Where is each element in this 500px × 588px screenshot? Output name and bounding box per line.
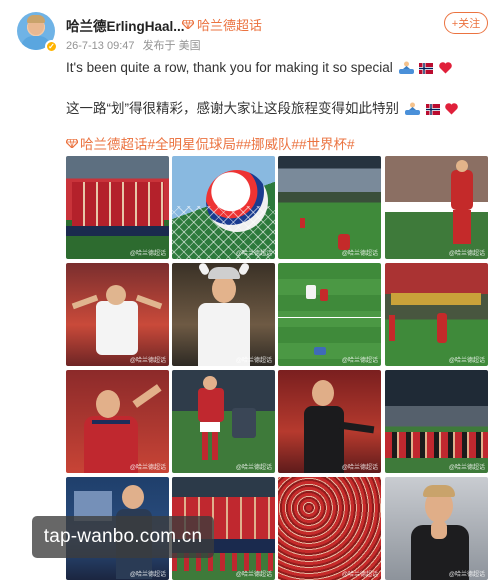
- rowing-emoji-icon: [404, 102, 420, 115]
- photo-watermark: @哈兰德超话: [235, 251, 272, 257]
- photo-watermark: @哈兰德超话: [235, 572, 272, 578]
- photo-6[interactable]: @哈兰德超话: [172, 263, 275, 366]
- photo-watermark: @哈兰德超话: [341, 465, 378, 471]
- photo-7[interactable]: @哈兰德超话: [278, 263, 381, 366]
- norway-flag-icon: [425, 104, 440, 115]
- author-name[interactable]: 哈兰德ErlingHaal...: [66, 15, 185, 35]
- photo-1[interactable]: @哈兰德超话: [66, 156, 169, 259]
- photo-watermark: @哈兰德超话: [235, 358, 272, 364]
- photo-12[interactable]: @哈兰德超话: [385, 370, 488, 473]
- photo-16[interactable]: @哈兰德超话: [385, 477, 488, 580]
- photo-10[interactable]: @哈兰德超话: [172, 370, 275, 473]
- photo-watermark: @哈兰德超话: [129, 572, 166, 578]
- photo-watermark: @哈兰德超话: [448, 572, 485, 578]
- post-text-chinese-content: 这一路“划”得很精彩，感谢大家让这段旅程变得如此特别: [66, 101, 399, 116]
- photo-watermark: @哈兰德超话: [448, 465, 485, 471]
- photo-watermark: @哈兰德超话: [448, 358, 485, 364]
- weibo-post-card: ✓ 哈兰德ErlingHaal... 哈兰德超话 26-7-13 09:47 发…: [0, 0, 500, 588]
- supertopic-link[interactable]: 哈兰德超话: [182, 15, 262, 34]
- photo-watermark: @哈兰德超话: [341, 251, 378, 257]
- site-watermark-overlay: tap-wanbo.com.cn: [32, 516, 214, 558]
- photo-8[interactable]: @哈兰德超话: [385, 263, 488, 366]
- post-meta: 26-7-13 09:47 发布于 美国: [66, 37, 206, 53]
- supertopic-gem-icon: [66, 138, 78, 148]
- photo-watermark: @哈兰德超话: [129, 358, 166, 364]
- post-date: 26-7-13 09:47: [66, 40, 135, 52]
- photo-watermark: @哈兰德超话: [235, 465, 272, 471]
- photo-2[interactable]: @哈兰德超话: [172, 156, 275, 259]
- post-source: 发布于 美国: [142, 40, 201, 52]
- photo-watermark: @哈兰德超话: [341, 572, 378, 578]
- photo-4[interactable]: @哈兰德超话: [385, 156, 488, 259]
- post-text-english-content: It's been quite a row, thank you for mak…: [66, 60, 393, 75]
- post-text-english: It's been quite a row, thank you for mak…: [66, 60, 452, 75]
- post-text-chinese: 这一路“划”得很精彩，感谢大家让这段旅程变得如此特别: [66, 97, 459, 117]
- red-heart-icon: [439, 62, 452, 74]
- photo-watermark: @哈兰德超话: [129, 465, 166, 471]
- photo-11[interactable]: @哈兰德超话: [278, 370, 381, 473]
- rowing-emoji-icon: [398, 61, 414, 74]
- norway-flag-icon: [419, 63, 434, 74]
- photo-9[interactable]: @哈兰德超话: [66, 370, 169, 473]
- red-heart-icon: [445, 103, 459, 115]
- hashtags-text[interactable]: 哈兰德超话#全明星侃球局##挪威队##世界杯#: [80, 133, 355, 153]
- photo-watermark: @哈兰德超话: [341, 358, 378, 364]
- supertopic-gem-icon: [182, 20, 194, 29]
- photo-watermark: @哈兰德超话: [448, 251, 485, 257]
- follow-button[interactable]: +关注: [444, 12, 488, 34]
- supertopic-label: 哈兰德超话: [197, 18, 263, 33]
- photo-15[interactable]: @哈兰德超话: [278, 477, 381, 580]
- hashtag-line[interactable]: 哈兰德超话#全明星侃球局##挪威队##世界杯#: [66, 133, 355, 153]
- photo-3[interactable]: @哈兰德超话: [278, 156, 381, 259]
- photo-watermark: @哈兰德超话: [129, 251, 166, 257]
- verified-badge-icon: ✓: [45, 40, 58, 53]
- photo-5[interactable]: @哈兰德超话: [66, 263, 169, 366]
